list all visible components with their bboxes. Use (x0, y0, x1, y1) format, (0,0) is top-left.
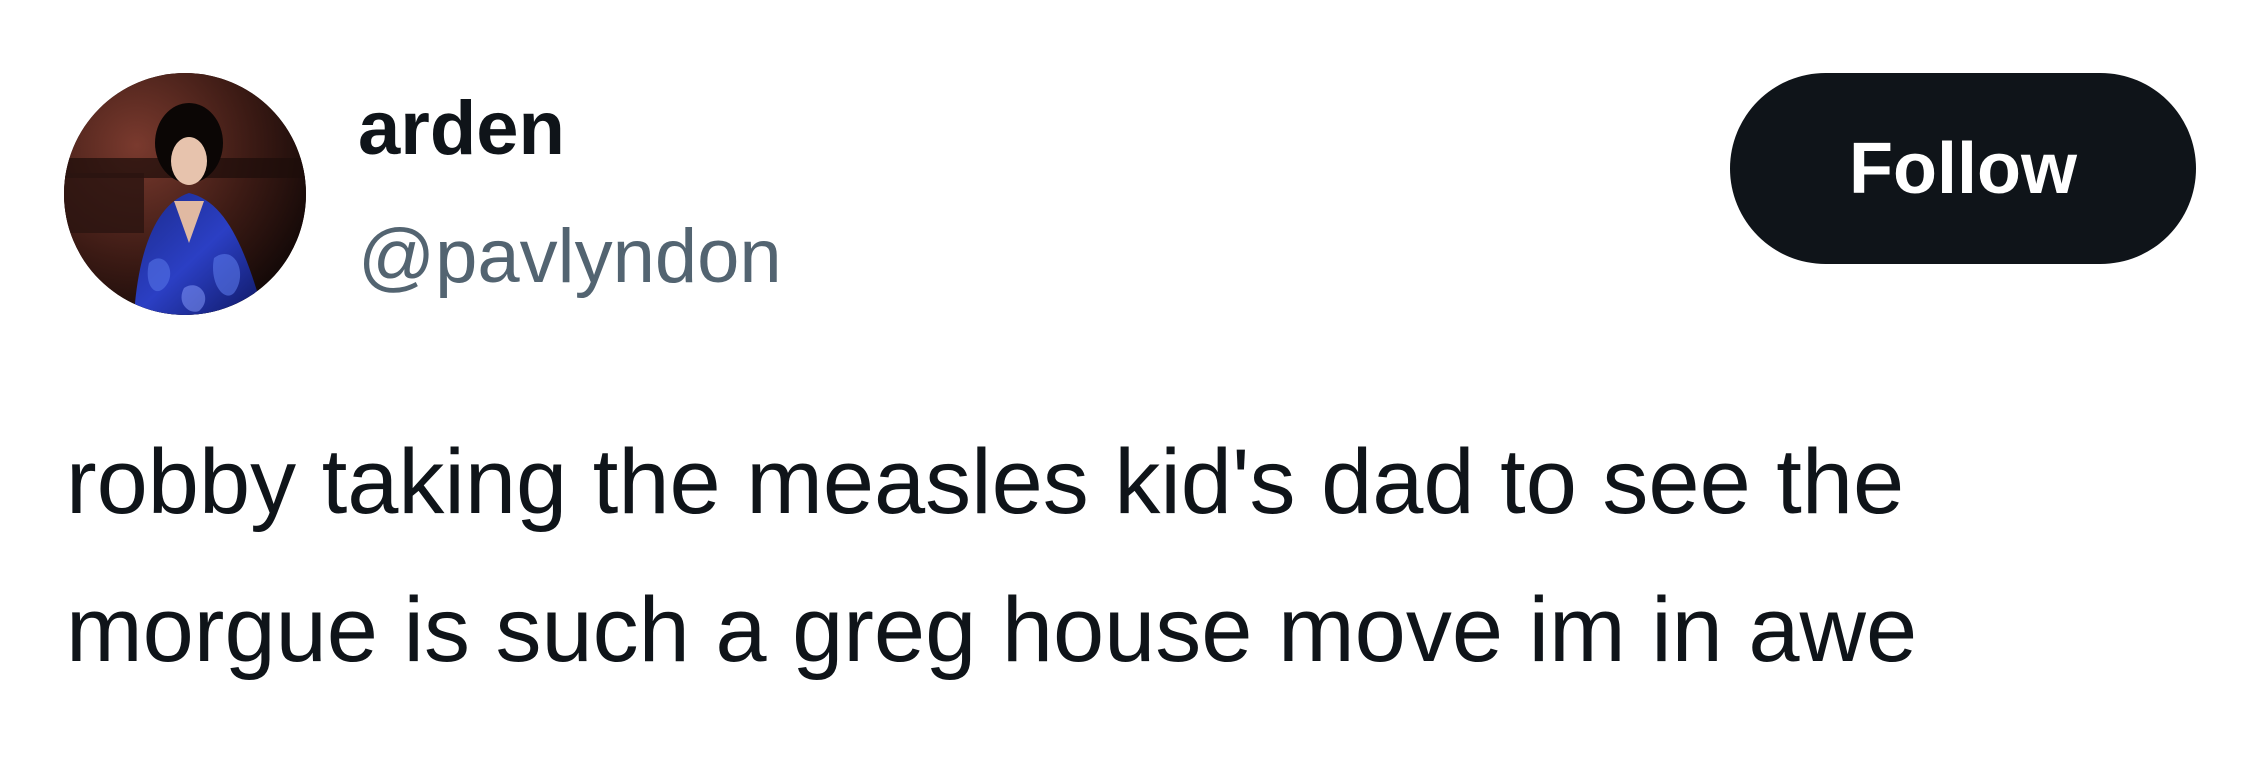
tweet-text-line: robby taking the measles kid's dad to se… (66, 431, 1905, 533)
tweet-text-line: morgue is such a greg house move im in a… (66, 579, 1918, 681)
author-display-name[interactable]: arden (358, 84, 565, 174)
follow-button[interactable]: Follow (1730, 73, 2196, 264)
author-handle[interactable]: @pavlyndon (358, 212, 782, 302)
profile-photo-icon (64, 73, 306, 315)
tweet-card: arden @pavlyndon Follow robby taking the… (0, 0, 2264, 780)
avatar[interactable] (64, 73, 306, 315)
tweet-text: robby taking the measles kid's dad to se… (66, 408, 2206, 704)
